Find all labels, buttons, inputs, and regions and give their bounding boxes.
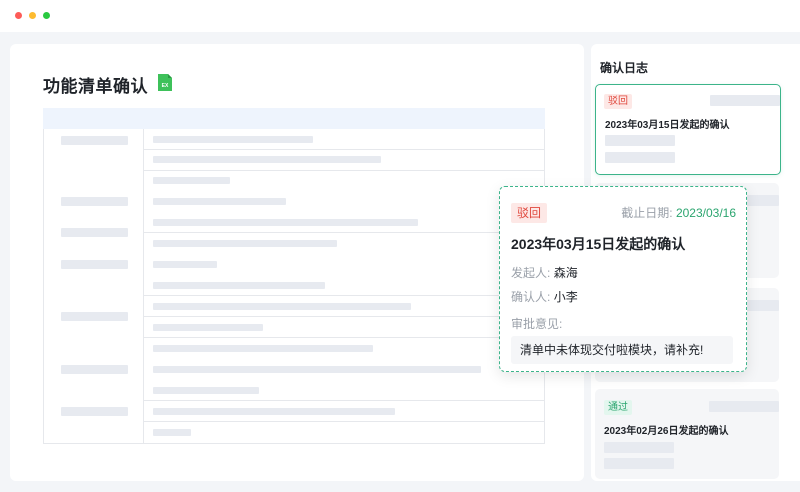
- table-header: [43, 108, 545, 129]
- minimize-window-button[interactable]: [29, 12, 36, 19]
- table-row: [43, 212, 545, 255]
- window-titlebar: [0, 0, 800, 32]
- status-badge: 驳回: [511, 203, 548, 223]
- deadline-date: 2023/03/16: [675, 206, 736, 220]
- excel-file-icon[interactable]: EX: [157, 73, 173, 92]
- popover-title: 2023年03月15日发起的确认: [511, 236, 686, 252]
- confirmer-field: 确认人: 小李: [511, 290, 578, 304]
- initiator-field: 发起人: 森海: [511, 266, 578, 280]
- table-row: [43, 129, 545, 192]
- confirmation-detail-popover: 驳回 截止日期: 2023/03/16 2023年03月15日发起的确认 发起人…: [499, 186, 747, 372]
- table-row: [43, 359, 545, 381]
- maximize-window-button[interactable]: [43, 12, 50, 19]
- deadline: 截止日期: 2023/03/16: [621, 206, 736, 220]
- table-row: [43, 191, 545, 213]
- confirmer-name: 小李: [553, 290, 578, 304]
- initiator-name: 森海: [553, 266, 578, 280]
- opinion-label: 审批意见:: [511, 317, 563, 331]
- table-row: [43, 380, 545, 444]
- page-title: 功能清单确认: [43, 77, 148, 96]
- log-card-title: 2023年02月26日发起的确认: [604, 426, 729, 437]
- opinion-text: 清单中未体现交付啦模块，请补充!: [511, 336, 733, 364]
- table-row: [43, 275, 545, 360]
- status-badge: 通过: [604, 400, 632, 415]
- feature-list-table: [43, 108, 545, 444]
- log-card[interactable]: 驳回 2023年03月15日发起的确认: [595, 84, 781, 175]
- log-card-title: 2023年03月15日发起的确认: [605, 120, 730, 131]
- close-window-button[interactable]: [15, 12, 22, 19]
- svg-text:EX: EX: [162, 83, 169, 89]
- log-title: 确认日志: [600, 61, 649, 75]
- status-badge: 驳回: [604, 94, 632, 109]
- log-card[interactable]: 通过 2023年02月26日发起的确认: [595, 389, 779, 479]
- table-row: [43, 254, 545, 276]
- document-panel: 功能清单确认 EX: [10, 44, 584, 481]
